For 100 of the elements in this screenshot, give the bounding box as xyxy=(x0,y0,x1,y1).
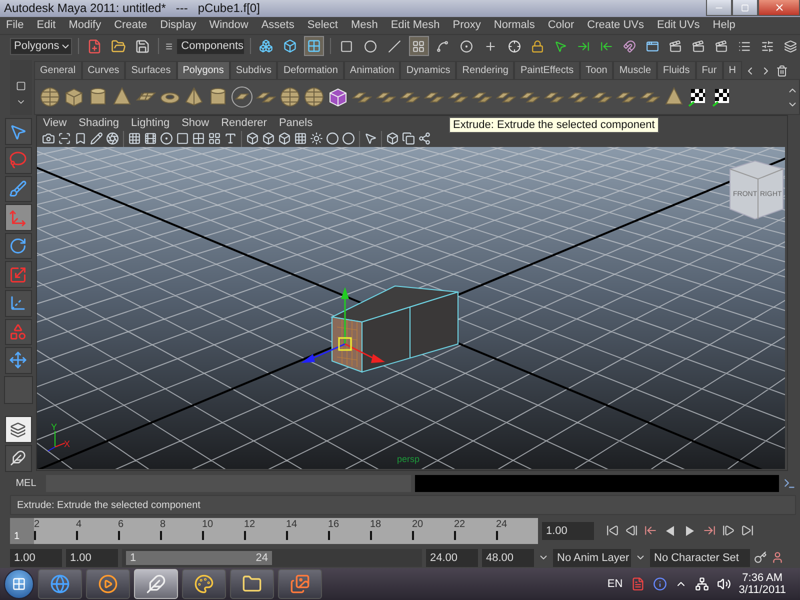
panel-menu-item[interactable]: Shading xyxy=(78,117,120,130)
maximize-button[interactable] xyxy=(732,0,758,16)
shapes-icon[interactable] xyxy=(4,318,32,346)
info-icon[interactable] xyxy=(652,577,667,592)
previous-key-icon[interactable] xyxy=(644,524,657,537)
step-forward-icon[interactable] xyxy=(722,524,735,537)
menu-item[interactable]: Proxy xyxy=(452,19,481,32)
anim-layer-dropdown[interactable]: No Anim Layer xyxy=(553,548,631,567)
menu-item[interactable]: Display xyxy=(160,19,196,32)
square-icon[interactable] xyxy=(176,132,189,146)
shelf-tab[interactable]: PaintEffects xyxy=(514,61,580,80)
key-icon[interactable] xyxy=(754,551,767,564)
move-arrows-icon[interactable] xyxy=(4,347,32,374)
command-result-field[interactable] xyxy=(414,474,779,492)
speaker-icon[interactable] xyxy=(716,577,731,592)
shelf-tab[interactable]: Rendering xyxy=(456,61,514,80)
network-icon[interactable] xyxy=(694,577,709,592)
menu-item[interactable]: Create xyxy=(114,19,148,32)
range-slider[interactable]: 1 24 xyxy=(122,548,422,567)
menu-item[interactable]: Color xyxy=(548,19,574,32)
shelf-tab[interactable]: Muscle xyxy=(613,61,658,80)
taskbar-app-button[interactable] xyxy=(278,569,322,600)
text-icon[interactable] xyxy=(224,132,237,146)
cube-icon[interactable] xyxy=(278,132,291,146)
clock[interactable]: 7:36 AM 3/11/2011 xyxy=(738,572,786,596)
rotate-icon[interactable] xyxy=(4,232,32,260)
cube-icon[interactable] xyxy=(262,132,275,146)
shelf-tab[interactable]: Curves xyxy=(82,61,126,80)
taskbar-app-button[interactable] xyxy=(182,569,226,600)
step-back-icon[interactable] xyxy=(625,524,638,537)
move-icon[interactable] xyxy=(4,204,32,231)
menu-set-dropdown[interactable]: Polygons xyxy=(10,38,72,55)
end-time-field[interactable]: 48.00 xyxy=(482,548,534,567)
scale-icon[interactable] xyxy=(4,261,32,288)
lasso-icon[interactable] xyxy=(4,147,32,174)
shelf-tab[interactable]: Fur xyxy=(696,61,723,80)
shelf-tab[interactable]: Animation xyxy=(344,61,400,80)
shelf-tab[interactable]: Dynamics xyxy=(400,61,456,80)
checkerboard-icon[interactable] xyxy=(294,132,307,146)
bookmark-icon[interactable] xyxy=(74,132,87,146)
character-set-dropdown[interactable]: No Character Set xyxy=(650,548,750,567)
minimize-button[interactable] xyxy=(706,0,732,16)
cube-icon[interactable] xyxy=(386,132,399,146)
feather-icon[interactable] xyxy=(4,444,32,472)
character-icon[interactable] xyxy=(771,551,784,564)
paint-brush-icon[interactable] xyxy=(4,176,32,202)
shelf-tab[interactable]: Surfaces xyxy=(125,61,177,80)
shelf-tab[interactable]: Deformation xyxy=(277,61,344,80)
playback-end-field[interactable]: 24.00 xyxy=(426,548,478,567)
script-editor-icon[interactable] xyxy=(783,476,796,490)
component-icon[interactable] xyxy=(304,36,324,56)
menu-item[interactable]: Select xyxy=(307,19,338,32)
shelf-tab[interactable]: Subdivs xyxy=(230,61,278,80)
language-indicator[interactable]: EN xyxy=(607,578,623,590)
shelf-tab[interactable]: General xyxy=(34,61,82,80)
panel-menu-item[interactable]: Lighting xyxy=(131,117,170,130)
share-icon[interactable] xyxy=(418,132,431,146)
menu-item[interactable]: Modify xyxy=(68,19,102,32)
menu-item[interactable]: Edit Mesh xyxy=(390,19,440,32)
start-time-field[interactable]: 1.00 xyxy=(10,548,62,567)
document-icon[interactable] xyxy=(630,577,645,592)
select-icon[interactable] xyxy=(4,118,32,146)
cube-icon[interactable] xyxy=(246,132,259,146)
light-icon[interactable] xyxy=(310,132,323,146)
panel-menu-item[interactable]: Renderer xyxy=(221,117,267,130)
time-slider[interactable]: 2 4 6 8 10 12 14 16 18 20 22 24 1 xyxy=(10,518,538,544)
panel-menu-item[interactable]: Show xyxy=(182,117,210,130)
menu-item[interactable]: File xyxy=(6,19,24,32)
menu-item[interactable]: Help xyxy=(712,19,736,32)
menu-item[interactable]: Mesh xyxy=(350,19,378,32)
taskbar-app-button[interactable] xyxy=(134,569,178,600)
circle-icon[interactable] xyxy=(326,132,339,146)
menu-item[interactable]: Normals xyxy=(494,19,535,32)
pencil-icon[interactable] xyxy=(90,132,103,146)
camera-icon[interactable] xyxy=(42,132,55,146)
go-to-end-icon[interactable] xyxy=(741,524,754,537)
menu-item[interactable]: Assets xyxy=(261,19,294,32)
shelf-tab[interactable]: H xyxy=(722,61,742,80)
circle-icon[interactable] xyxy=(342,132,355,146)
current-time-field[interactable]: 1.00 xyxy=(542,522,594,540)
aperture-icon[interactable] xyxy=(106,132,119,146)
range-slider-bar[interactable]: 1 24 xyxy=(126,550,272,565)
axes-icon[interactable] xyxy=(4,290,32,317)
scan-icon[interactable] xyxy=(58,132,71,146)
go-to-start-icon[interactable] xyxy=(606,524,619,537)
taskbar-app-button[interactable] xyxy=(86,569,130,600)
grid-icon[interactable] xyxy=(208,132,221,146)
next-key-icon[interactable] xyxy=(703,524,716,537)
disk-icon[interactable] xyxy=(230,84,254,110)
shelf-tab[interactable]: Polygons xyxy=(176,61,230,80)
selection-mode-field[interactable]: Components xyxy=(177,38,244,54)
start-button[interactable] xyxy=(4,569,34,600)
menu-item[interactable]: Window xyxy=(209,19,248,32)
panel-menu-item[interactable]: View xyxy=(43,117,67,130)
film-icon[interactable] xyxy=(144,132,157,146)
taskbar-app-button[interactable] xyxy=(38,569,82,600)
grid-icon[interactable] xyxy=(408,36,429,56)
taskbar-app-button[interactable] xyxy=(230,569,274,600)
playback-start-field[interactable]: 1.00 xyxy=(66,548,118,567)
menu-item[interactable]: Edit UVs xyxy=(657,19,700,32)
